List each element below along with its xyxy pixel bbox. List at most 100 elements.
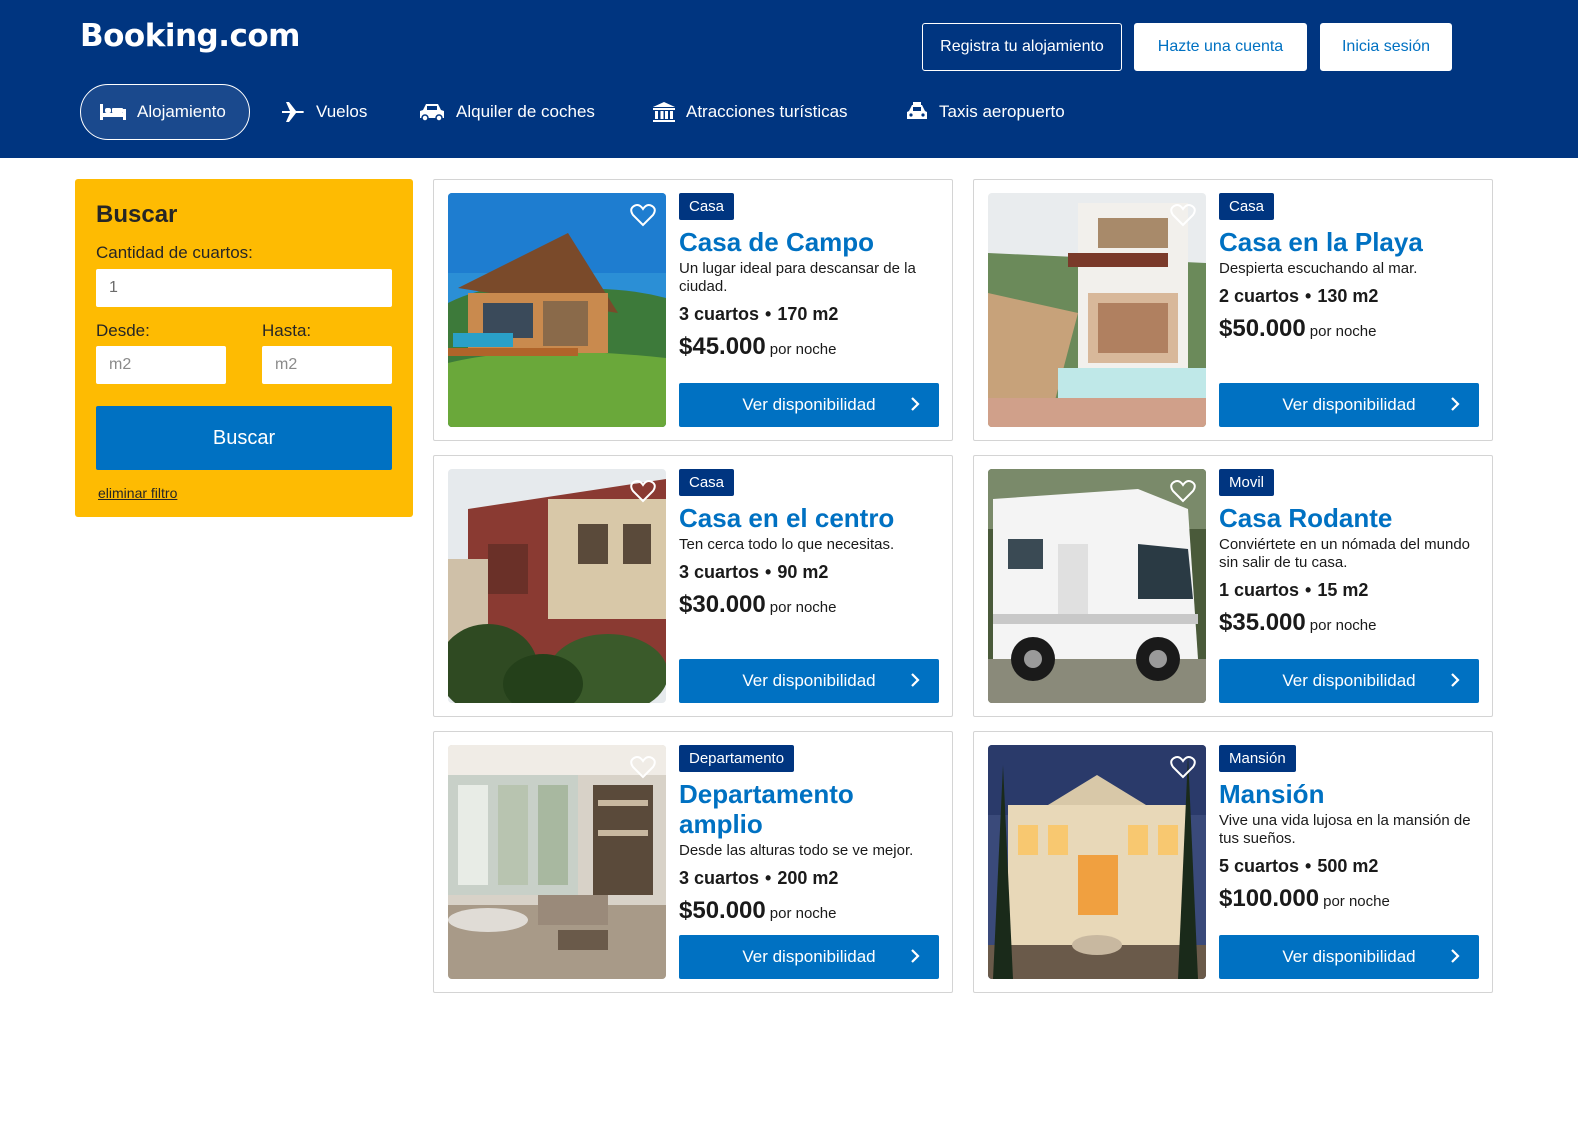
- top-header: Booking.com Registra tu alojamiento Hazt…: [0, 0, 1578, 158]
- listing-title[interactable]: Departamento amplio: [679, 779, 941, 839]
- room-count: 1 cuartos: [1219, 580, 1300, 600]
- property-type-badge: Casa: [679, 469, 735, 496]
- rooms-input[interactable]: [96, 269, 392, 307]
- listing-description: Desde las alturas todo se ve mejor.: [679, 842, 914, 859]
- search-panel: Buscar Cantidad de cuartos: Desde: Hasta…: [75, 179, 413, 517]
- to-area-input[interactable]: [262, 346, 392, 384]
- nav-tab-label: Alojamiento: [137, 102, 226, 121]
- area-size: 500 m2: [1317, 856, 1379, 876]
- check-availability-button[interactable]: Ver disponibilidad: [679, 935, 939, 979]
- chevron-right-icon: [1451, 397, 1460, 411]
- favorite-heart-icon[interactable]: [630, 203, 656, 227]
- listing-photo[interactable]: [448, 193, 666, 427]
- room-count: 3 cuartos: [679, 562, 760, 582]
- chevron-right-icon: [1451, 949, 1460, 963]
- price-row: $50.000 por noche: [679, 897, 941, 925]
- listing-description: Un lugar ideal para descansar de la ciud…: [679, 260, 916, 295]
- listing-specs: 3 cuartos • 90 m2: [679, 562, 829, 582]
- availability-label: Ver disponibilidad: [742, 947, 876, 966]
- listing-title[interactable]: Casa de Campo: [679, 227, 941, 257]
- favorite-heart-icon[interactable]: [1170, 203, 1196, 227]
- nav-tab-label: Vuelos: [316, 102, 368, 121]
- room-count: 3 cuartos: [679, 868, 760, 888]
- availability-label: Ver disponibilidad: [1282, 671, 1416, 690]
- nav-tab-label: Atracciones turísticas: [686, 102, 848, 121]
- check-availability-button[interactable]: Ver disponibilidad: [1219, 383, 1479, 427]
- listing-price: $30.000: [679, 591, 766, 618]
- bed-icon: [100, 104, 126, 120]
- listing-photo[interactable]: [988, 193, 1206, 427]
- chevron-right-icon: [1451, 673, 1460, 687]
- favorite-heart-icon[interactable]: [630, 755, 656, 779]
- property-type-badge: Mansión: [1219, 745, 1296, 772]
- nav-tab-label: Alquiler de coches: [456, 102, 595, 121]
- booking-logo[interactable]: Booking.com: [80, 18, 300, 54]
- plane-icon: [282, 102, 304, 122]
- attraction-icon: [653, 102, 675, 122]
- nav-tab-alojamiento[interactable]: Alojamiento: [80, 84, 250, 140]
- price-unit: por noche: [769, 905, 837, 922]
- check-availability-button[interactable]: Ver disponibilidad: [1219, 935, 1479, 979]
- availability-label: Ver disponibilidad: [1282, 395, 1416, 414]
- from-label: Desde:: [96, 321, 150, 340]
- price-unit: por noche: [1323, 893, 1390, 910]
- favorite-heart-icon[interactable]: [630, 479, 656, 503]
- area-size: 15 m2: [1317, 580, 1369, 600]
- listing-photo[interactable]: [448, 469, 666, 703]
- property-type-badge: Casa: [1219, 193, 1275, 220]
- sign-in-button[interactable]: Inicia sesión: [1320, 23, 1452, 71]
- listing-description: Vive una vida lujosa en la mansión de tu…: [1219, 812, 1471, 847]
- create-account-button[interactable]: Hazte una cuenta: [1134, 23, 1307, 71]
- price-unit: por noche: [769, 599, 837, 616]
- listing-price: $45.000: [679, 333, 766, 360]
- nav-tab-atracciones[interactable]: Atracciones turísticas: [652, 84, 848, 140]
- listing-card: Casa Casa de Campo Un lugar ideal para d…: [433, 179, 953, 441]
- availability-label: Ver disponibilidad: [1282, 947, 1416, 966]
- check-availability-button[interactable]: Ver disponibilidad: [1219, 659, 1479, 703]
- listing-photo[interactable]: [988, 469, 1206, 703]
- price-unit: por noche: [1309, 323, 1377, 340]
- from-area-input[interactable]: [96, 346, 226, 384]
- favorite-heart-icon[interactable]: [1170, 479, 1196, 503]
- listing-photo[interactable]: [988, 745, 1206, 979]
- property-type-badge: Movil: [1219, 469, 1275, 496]
- price-row: $100.000 por noche: [1219, 885, 1481, 913]
- chevron-right-icon: [911, 397, 920, 411]
- listing-card: Casa Casa en el centro Ten cerca todo lo…: [433, 455, 953, 717]
- price-unit: por noche: [1309, 617, 1377, 634]
- search-title: Buscar: [96, 201, 178, 228]
- listing-description: Despierta escuchando al mar.: [1219, 260, 1418, 277]
- nav-tab-vuelos[interactable]: Vuelos: [280, 84, 367, 140]
- area-size: 170 m2: [777, 304, 839, 324]
- price-row: $45.000 por noche: [679, 333, 941, 361]
- nav-tab-taxis[interactable]: Taxis aeropuerto: [905, 84, 1065, 140]
- check-availability-button[interactable]: Ver disponibilidad: [679, 383, 939, 427]
- nav-tab-alquiler-coches[interactable]: Alquiler de coches: [418, 84, 595, 140]
- availability-label: Ver disponibilidad: [742, 671, 876, 690]
- property-type-badge: Casa: [679, 193, 735, 220]
- register-property-button[interactable]: Registra tu alojamiento: [922, 23, 1122, 71]
- listing-title[interactable]: Casa en la Playa: [1219, 227, 1481, 257]
- room-count: 5 cuartos: [1219, 856, 1300, 876]
- area-size: 200 m2: [777, 868, 839, 888]
- rooms-label: Cantidad de cuartos:: [96, 243, 253, 262]
- listing-card: Casa Casa en la Playa Despierta escuchan…: [973, 179, 1493, 441]
- listing-photo[interactable]: [448, 745, 666, 979]
- listing-card: Movil Casa Rodante Conviértete en un nóm…: [973, 455, 1493, 717]
- to-label: Hasta:: [262, 321, 312, 340]
- price-row: $50.000 por noche: [1219, 315, 1481, 343]
- listing-title[interactable]: Casa en el centro: [679, 503, 941, 533]
- listing-specs: 5 cuartos • 500 m2: [1219, 856, 1379, 876]
- listing-title[interactable]: Casa Rodante: [1219, 503, 1481, 533]
- listing-title[interactable]: Mansión: [1219, 779, 1481, 809]
- clear-filter-link[interactable]: eliminar filtro: [98, 485, 177, 501]
- listing-price: $50.000: [1219, 315, 1306, 342]
- taxi-icon: [907, 102, 927, 119]
- check-availability-button[interactable]: Ver disponibilidad: [679, 659, 939, 703]
- listing-price: $100.000: [1219, 885, 1320, 912]
- price-unit: por noche: [769, 341, 837, 358]
- search-button[interactable]: Buscar: [96, 406, 392, 470]
- listing-price: $35.000: [1219, 609, 1306, 636]
- area-size: 130 m2: [1317, 286, 1379, 306]
- favorite-heart-icon[interactable]: [1170, 755, 1196, 779]
